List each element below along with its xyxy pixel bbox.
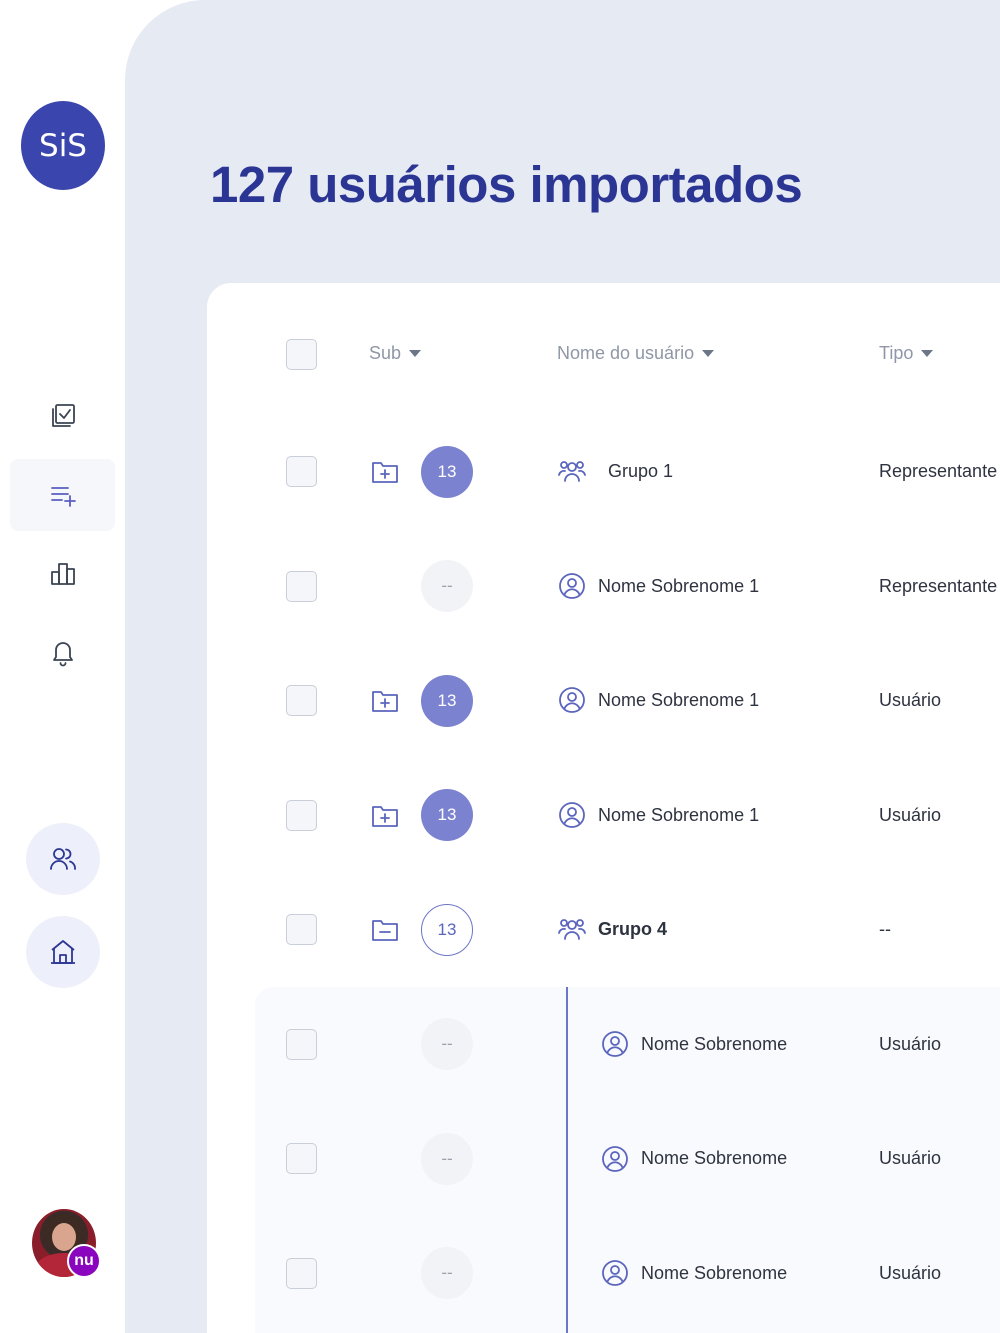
row-checkbox[interactable] — [286, 456, 317, 487]
column-header-label: Nome do usuário — [557, 343, 695, 363]
user-type: Usuário — [879, 1148, 942, 1168]
bar-chart-icon — [50, 563, 75, 585]
sort-caret-icon — [921, 350, 934, 357]
user-name: Nome Sobrenome 1 — [598, 805, 760, 825]
users-icon — [50, 848, 76, 870]
page-title: 127 usuários importados — [210, 156, 803, 213]
add-list-icon — [50, 487, 76, 507]
select-all-checkbox[interactable] — [286, 339, 317, 370]
bell-icon — [52, 642, 73, 667]
home-button[interactable] — [26, 916, 100, 988]
user-circle-icon — [559, 802, 585, 828]
sort-caret-icon — [409, 350, 422, 357]
user-name: Nome Sobrenome — [641, 1034, 788, 1054]
sub-count-badge: -- — [421, 1247, 473, 1299]
users-button[interactable] — [26, 823, 100, 895]
user-type: Usuário — [879, 1034, 942, 1054]
sub-count-badge[interactable]: 13 — [421, 789, 473, 841]
nav-item-reports[interactable] — [10, 538, 115, 610]
user-name: Grupo 4 — [598, 919, 668, 939]
sub-count-badge[interactable]: 13 — [421, 904, 473, 956]
user-circle-icon — [559, 687, 585, 713]
column-header-sub[interactable]: Sub — [369, 343, 422, 364]
user-type: Usuário — [879, 805, 942, 825]
folder-minus-icon[interactable] — [370, 915, 400, 945]
sub-count-badge[interactable]: 13 — [421, 675, 473, 727]
user-type: Representante — [879, 461, 998, 481]
column-header-type[interactable]: Tipo — [879, 343, 934, 364]
user-circle-icon — [602, 1260, 628, 1286]
user-name: Nome Sobrenome — [641, 1148, 788, 1168]
group-icon — [558, 461, 586, 482]
sidebar: SiS nu — [0, 0, 125, 1333]
column-header-label: Tipo — [879, 343, 914, 363]
logo-text: SiS — [39, 127, 87, 164]
tree-connector-line — [566, 987, 568, 1333]
row-checkbox[interactable] — [286, 1029, 317, 1060]
column-header-label: Sub — [369, 343, 402, 363]
column-header-name[interactable]: Nome do usuário — [557, 343, 715, 364]
user-circle-icon — [602, 1146, 628, 1172]
sub-count-badge: -- — [421, 1018, 473, 1070]
user-name: Nome Sobrenome — [641, 1263, 788, 1283]
row-checkbox[interactable] — [286, 1258, 317, 1289]
nav-item-checklist[interactable] — [10, 380, 115, 452]
folder-plus-icon[interactable] — [370, 686, 400, 716]
checklist-icon — [51, 404, 75, 427]
sub-count-badge: -- — [421, 1133, 473, 1185]
user-type: Representante — [879, 576, 998, 596]
row-checkbox[interactable] — [286, 571, 317, 602]
sort-caret-icon — [702, 350, 715, 357]
sub-count-badge[interactable]: 13 — [421, 446, 473, 498]
nav-item-notifications[interactable] — [10, 616, 115, 688]
row-checkbox[interactable] — [286, 685, 317, 716]
user-type: Usuário — [879, 1263, 942, 1283]
folder-plus-icon[interactable] — [370, 457, 400, 487]
user-name: Nome Sobrenome 1 — [598, 576, 760, 596]
home-icon — [51, 940, 75, 964]
user-circle-icon — [602, 1031, 628, 1057]
folder-plus-icon[interactable] — [370, 801, 400, 831]
user-circle-icon — [559, 573, 585, 599]
user-name: Grupo 1 — [608, 461, 674, 481]
nu-badge: nu — [67, 1244, 101, 1278]
group-icon — [558, 919, 586, 940]
row-checkbox[interactable] — [286, 914, 317, 945]
row-checkbox[interactable] — [286, 800, 317, 831]
sub-count-badge: -- — [421, 560, 473, 612]
user-type: Usuário — [879, 690, 942, 710]
nu-badge-text: nu — [74, 1252, 94, 1269]
user-name: Nome Sobrenome 1 — [598, 690, 760, 710]
user-type: -- — [879, 919, 891, 939]
nav-item-add-list[interactable] — [10, 459, 115, 531]
app-logo[interactable]: SiS — [21, 101, 105, 190]
row-checkbox[interactable] — [286, 1143, 317, 1174]
